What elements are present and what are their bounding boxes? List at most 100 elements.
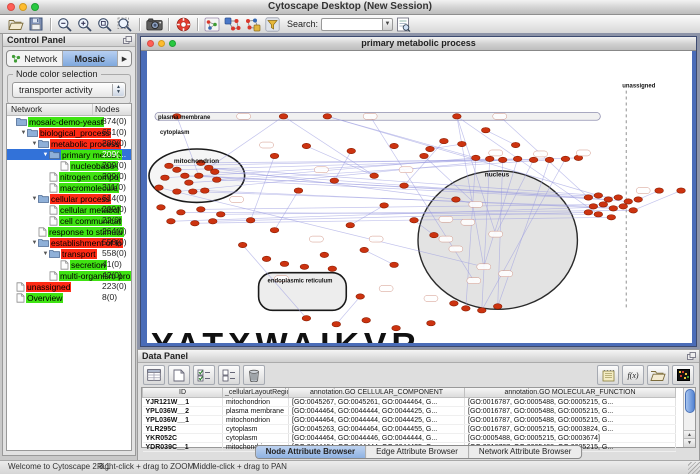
graph-node[interactable] [604,197,613,202]
search-input[interactable] [321,18,382,31]
table-cell[interactable]: YPL036W__1 [143,416,223,425]
network-overview-button[interactable] [202,16,222,32]
tree-row[interactable]: cell communicat22(0) [7,215,131,226]
table-cell[interactable]: [GO:0044464, GO:0044446, GO:0044444, G..… [289,434,465,443]
graph-node[interactable] [400,183,409,188]
graph-node[interactable] [189,189,198,194]
float-panel-icon[interactable] [687,352,696,362]
graph-node[interactable] [655,188,664,193]
graph-edge[interactable] [201,160,534,163]
graph-node[interactable] [320,252,329,257]
graph-node[interactable] [599,202,608,207]
search-options-dropdown[interactable]: ▼ [382,18,393,31]
graph-node[interactable] [270,153,279,158]
graph-node[interactable] [362,318,371,323]
tree-row[interactable]: nucleobase-209(0) [7,160,131,171]
graph-node[interactable] [216,212,225,217]
graph-node[interactable] [161,175,170,180]
table-column-header[interactable]: _cellularLayoutRegion [223,388,289,398]
graph-node[interactable] [420,153,429,158]
table-cell[interactable]: [GO:0044464, GO:0044444, GO:0044425, G..… [289,416,465,425]
tree-row[interactable]: nitrogen compo209(0) [7,171,131,182]
frame-zoom-button[interactable] [169,40,176,47]
zoom-window-button[interactable] [31,3,39,11]
graph-edge[interactable] [217,158,476,180]
tree-row[interactable]: ▼cellular process614(0) [7,193,131,204]
graph-node[interactable] [430,232,439,237]
graph-node[interactable] [561,156,570,161]
tree-row[interactable]: ▼biological_process651(0) [7,127,131,138]
scrollbar-thumb[interactable] [685,389,695,413]
graph-node[interactable] [481,128,490,133]
graph-node[interactable] [201,188,210,193]
tree-row[interactable]: Overview8(0) [7,292,131,303]
minimize-button[interactable] [19,3,27,11]
graph-node[interactable] [584,195,593,200]
graph-node[interactable] [619,204,628,209]
scroll-down-button[interactable]: ▼ [684,438,695,447]
tree-column-network[interactable]: Network [7,104,93,115]
graph-node[interactable] [280,261,289,266]
tab-node-attribute-browser[interactable]: Node Attribute Browser [256,446,367,458]
graph-node[interactable] [450,301,459,306]
table-vertical-scrollbar[interactable]: ▲ ▼ [683,388,695,447]
graph-node[interactable] [485,156,494,161]
delete-attribute-button[interactable] [243,365,265,385]
unselect-attributes-button[interactable] [218,365,240,385]
graph-node[interactable] [157,205,166,210]
graph-node[interactable] [210,169,219,174]
graph-node[interactable] [346,223,355,228]
graph-edge[interactable] [364,250,394,265]
tree-row[interactable]: ▼transport558(0) [7,248,131,259]
tree-row[interactable]: ▼primary metabo209(... [7,149,131,160]
import-attributes-button[interactable] [647,365,669,385]
tab-network-attribute-browser[interactable]: Network Attribute Browser [469,446,581,458]
table-cell[interactable]: [GO:0016787, GO:0005488, GO:0005215, G..… [465,416,676,425]
graph-node[interactable] [493,304,502,309]
graph-node[interactable] [195,173,204,178]
graph-node[interactable] [212,177,221,182]
graph-node[interactable] [191,221,200,226]
graph-node[interactable] [513,156,522,161]
graph-edge[interactable] [275,191,299,231]
graph-node[interactable] [511,142,520,147]
graph-node[interactable] [208,219,217,224]
graph-node[interactable] [300,264,309,269]
graph-node[interactable] [302,143,311,148]
tree-row[interactable]: macromolecule311(0) [7,182,131,193]
attribute-grid-button[interactable] [143,365,165,385]
graph-node[interactable] [677,188,686,193]
graph-node[interactable] [330,178,339,183]
table-cell[interactable]: YDR039C__1 [143,443,223,452]
table-column-header[interactable]: ID [143,388,223,398]
tree-row[interactable]: cellular metabol209(0) [7,204,131,215]
table-cell[interactable]: YKR052C [143,434,223,443]
graph-node[interactable] [607,215,616,220]
graph-edge[interactable] [209,116,284,167]
table-cell[interactable]: [GO:0016787, GO:0005488, GO:0005215, G..… [465,398,676,407]
tree-row[interactable]: mosaic-demo-yeast874(0) [7,116,131,127]
tree-row[interactable]: ▼metabolic process280(0) [7,138,131,149]
table-cell[interactable]: [GO:0016787, GO:0005488, GO:0005215, G..… [465,407,676,416]
graph-node[interactable] [262,256,271,261]
graph-node[interactable] [614,195,623,200]
float-panel-icon[interactable] [123,36,132,46]
graph-edge[interactable] [486,130,516,145]
graph-node[interactable] [624,199,633,204]
tree-row[interactable]: secretion41(0) [7,259,131,270]
zoom-in-button[interactable] [75,16,95,32]
snapshot-button[interactable] [144,16,164,32]
graph-node[interactable] [634,197,643,202]
tab-overflow-arrow[interactable]: ▶ [118,51,131,66]
graph-node[interactable] [328,266,337,271]
help-button[interactable] [173,16,193,32]
graph-node[interactable] [545,157,554,162]
graph-node[interactable] [584,210,593,215]
graph-node[interactable] [238,242,247,247]
graph-node[interactable] [594,193,603,198]
table-cell[interactable]: YJR121W__1 [143,398,223,407]
new-attribute-button[interactable] [168,365,190,385]
network-canvas[interactable]: plasma membrane cytoplasm mitochondrion … [147,51,692,343]
attribute-search-button[interactable] [393,16,413,32]
graph-node[interactable] [302,316,311,321]
